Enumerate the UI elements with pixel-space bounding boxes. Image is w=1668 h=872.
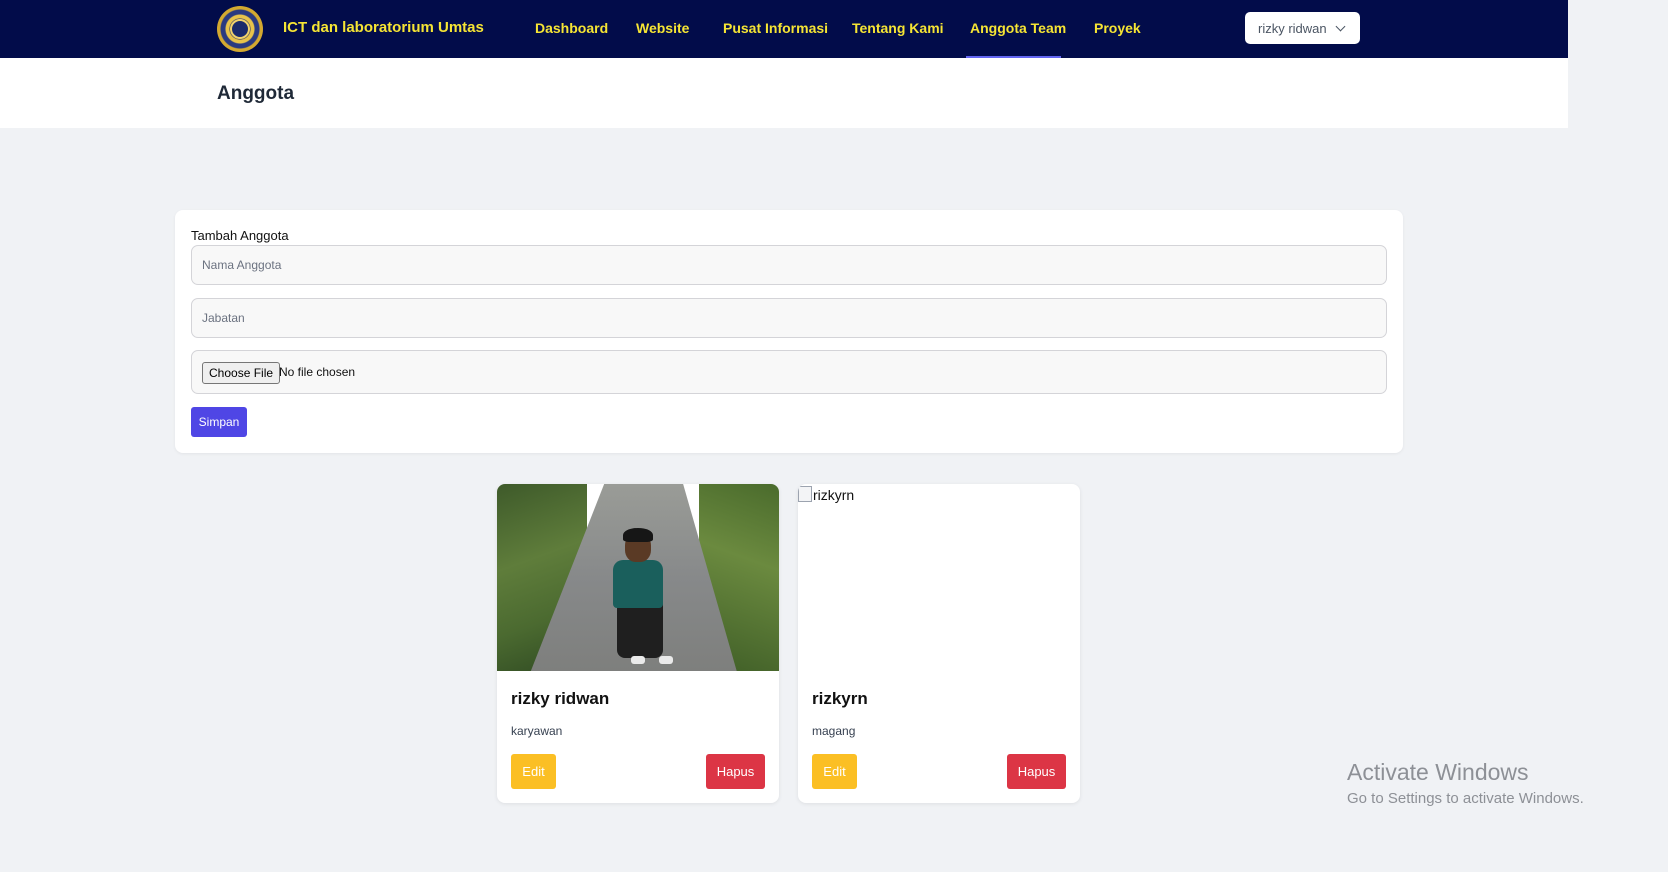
edit-button[interactable]: Edit bbox=[812, 754, 857, 789]
user-name: rizky ridwan bbox=[1258, 20, 1327, 36]
nav-website[interactable]: Website bbox=[636, 20, 689, 36]
member-role: karyawan bbox=[511, 724, 563, 738]
member-photo-broken: rizkyrn bbox=[798, 484, 1080, 671]
member-name-input[interactable] bbox=[191, 245, 1387, 285]
nav-tentang-kami[interactable]: Tentang Kami bbox=[852, 20, 944, 36]
chevron-down-icon bbox=[1335, 21, 1346, 32]
brand-title[interactable]: ICT dan laboratorium Umtas bbox=[283, 19, 484, 36]
user-menu-button[interactable]: rizky ridwan bbox=[1245, 12, 1360, 44]
member-position-input[interactable] bbox=[191, 298, 1387, 338]
save-button[interactable]: Simpan bbox=[191, 407, 247, 437]
photo-file-input[interactable]: Choose File No file chosen bbox=[191, 350, 1387, 394]
windows-activation-title: Activate Windows bbox=[1347, 759, 1529, 785]
nav-dashboard[interactable]: Dashboard bbox=[535, 20, 608, 36]
windows-activation-subtitle: Go to Settings to activate Windows. bbox=[1347, 790, 1584, 807]
member-name: rizkyrn bbox=[812, 689, 868, 708]
file-status: No file chosen bbox=[279, 365, 356, 379]
delete-button[interactable]: Hapus bbox=[1007, 754, 1066, 789]
broken-image-icon bbox=[798, 486, 812, 502]
member-card: rizkyrn rizkyrn magang Edit Hapus bbox=[798, 484, 1080, 803]
member-name: rizky ridwan bbox=[511, 689, 610, 708]
nav-pusat-informasi[interactable]: Pusat Informasi bbox=[723, 20, 828, 36]
top-navbar: ICT dan laboratorium Umtas Dashboard Web… bbox=[0, 0, 1568, 58]
member-card: rizky ridwan karyawan Edit Hapus bbox=[497, 484, 779, 803]
member-role: magang bbox=[812, 724, 856, 738]
edit-button[interactable]: Edit bbox=[511, 754, 556, 789]
image-alt-text: rizkyrn bbox=[813, 487, 855, 503]
add-member-form: Tambah Anggota Choose File No file chose… bbox=[175, 210, 1403, 453]
member-photo bbox=[497, 484, 779, 671]
university-logo[interactable] bbox=[217, 6, 263, 52]
nav-proyek[interactable]: Proyek bbox=[1094, 20, 1141, 36]
delete-button[interactable]: Hapus bbox=[706, 754, 765, 789]
nav-anggota-team[interactable]: Anggota Team bbox=[970, 20, 1066, 36]
page-title: Anggota bbox=[217, 83, 295, 104]
page-header: Anggota bbox=[0, 58, 1568, 128]
form-label: Tambah Anggota bbox=[191, 228, 289, 243]
choose-file-button[interactable]: Choose File bbox=[202, 362, 281, 384]
logo-emblem bbox=[230, 19, 250, 39]
